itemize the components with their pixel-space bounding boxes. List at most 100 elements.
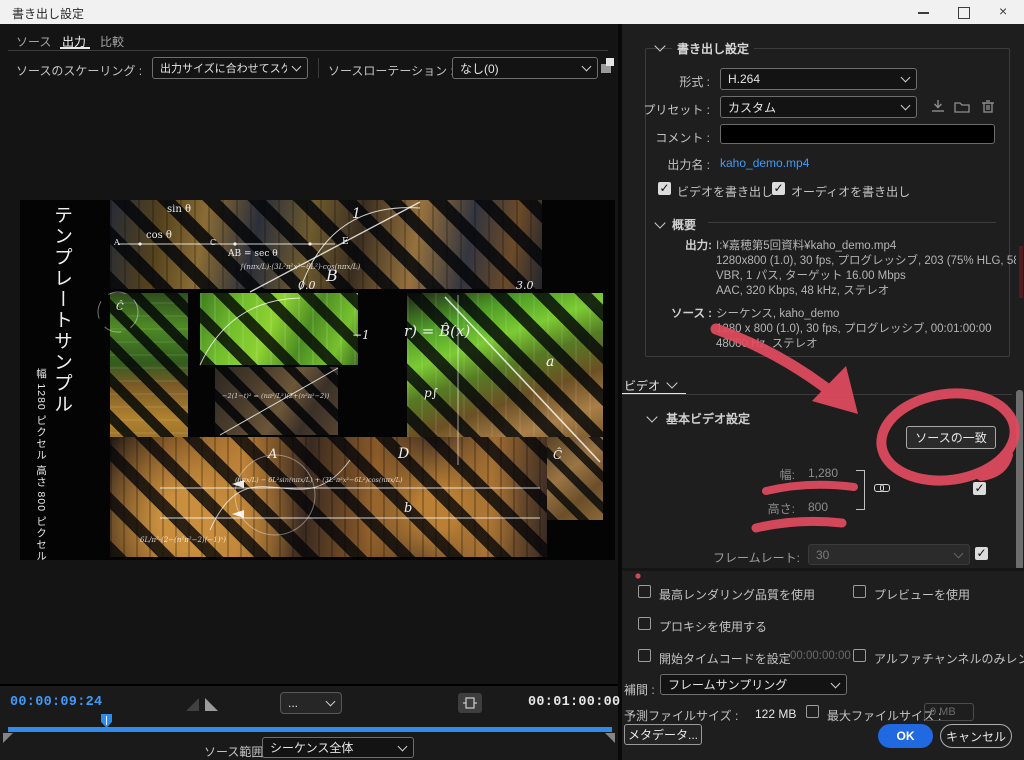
- video-preview: テンプレートサンプル 幅 1280 ピクセル 高さ 800 ピクセル sin θ…: [20, 200, 615, 560]
- metadata-button[interactable]: メタデータ...: [624, 724, 702, 745]
- summary-output-label: 出力:: [620, 237, 712, 253]
- format-dropdown[interactable]: H.264: [720, 68, 917, 90]
- link-bracket: [856, 470, 865, 510]
- import-preset-folder-icon[interactable]: [954, 99, 970, 115]
- current-timecode: 00:00:09:24: [10, 695, 102, 710]
- summary-source-label: ソース :: [620, 305, 712, 321]
- fit-to-frame-button[interactable]: [458, 693, 482, 713]
- export-settings-title: 書き出し設定: [672, 40, 754, 57]
- cancel-button[interactable]: キャンセル: [940, 724, 1012, 748]
- export-video-checkbox[interactable]: [658, 182, 671, 195]
- formula-text: −2(1−t)² = (nπ²/L²)(2+(n²π²−2)): [222, 392, 329, 400]
- formula-text: −1: [352, 328, 370, 342]
- export-audio-label: オーディオを書き出し: [791, 183, 910, 200]
- source-range-label: ソース範囲 :: [204, 743, 270, 760]
- summary-source-line: シーケンス, kaho_demo: [716, 305, 1016, 321]
- basic-video-title: 基本ビデオ設定: [666, 410, 750, 427]
- formula-text: a: [546, 354, 554, 370]
- preview-caption-text: 幅 1280 ピクセル 高さ 800 ピクセル: [34, 368, 49, 560]
- dimensions-checkbox[interactable]: [973, 482, 986, 495]
- interpolation-label: 補間 :: [624, 681, 655, 698]
- formula-text: A: [268, 447, 277, 462]
- close-icon[interactable]: ×: [999, 3, 1007, 19]
- tab-output-underline: [60, 47, 90, 49]
- match-source-button[interactable]: ソースの一致: [906, 426, 996, 449]
- formula-text: r) = B̂(x): [404, 322, 470, 340]
- tab-compare[interactable]: 比較: [100, 33, 124, 50]
- formula-text: sin θ: [167, 204, 191, 215]
- source-range-dropdown[interactable]: シーケンス全体: [262, 737, 414, 758]
- chevron-down-icon: [582, 62, 592, 72]
- output-name-label: 出力名 :: [620, 156, 710, 173]
- formula-text: Ĉ: [553, 448, 562, 462]
- tab-video[interactable]: ビデオ: [624, 377, 660, 394]
- save-preset-icon[interactable]: [930, 99, 946, 115]
- summary-source-line: 1280 x 800 (1.0), 30 fps, プログレッシブ, 00:01…: [716, 320, 1016, 336]
- summary-output-line: VBR, 1 パス, ターゲット 16.00 Mbps: [716, 267, 1016, 283]
- height-value: 800: [808, 500, 828, 514]
- maximize-icon[interactable]: [958, 7, 970, 19]
- ok-button[interactable]: OK: [878, 724, 933, 748]
- framerate-checkbox[interactable]: [975, 547, 988, 560]
- summary-source-line: 48000 Hz, ステレオ: [716, 335, 1016, 351]
- framerate-dropdown[interactable]: 30: [808, 544, 970, 565]
- export-audio-checkbox[interactable]: [772, 182, 785, 195]
- video-tab-divider: [622, 394, 1012, 395]
- max-quality-label: 最高レンダリング品質を使用: [659, 586, 815, 603]
- chevron-down-icon: [831, 678, 841, 688]
- formula-text: C: [210, 238, 216, 247]
- max-size-checkbox[interactable]: [806, 705, 819, 718]
- formula-text: E: [342, 237, 349, 247]
- link-dimensions-icon2: [880, 484, 890, 492]
- delete-preset-trash-icon[interactable]: [980, 98, 996, 114]
- use-previews-checkbox[interactable]: [853, 585, 866, 598]
- start-timecode-checkbox[interactable]: [638, 649, 651, 662]
- options-divider: [622, 568, 1024, 571]
- start-timecode-value: 00:00:00:00: [790, 650, 851, 662]
- interpolation-dropdown[interactable]: フレームサンプリング: [660, 674, 847, 695]
- alpha-only-label: アルファチャンネルのみレンダリ: [874, 650, 1024, 667]
- rotation-proxy-icon-top: [606, 58, 614, 66]
- chevron-down-icon: [901, 73, 911, 83]
- use-proxies-checkbox[interactable]: [638, 617, 651, 630]
- estimated-size-label: 予測ファイルサイズ :: [624, 707, 738, 724]
- use-previews-label: プレビューを使用: [874, 586, 970, 603]
- window-title: 書き出し設定: [12, 5, 84, 22]
- estimated-size-value: 122 MB: [755, 707, 796, 721]
- max-quality-checkbox[interactable]: [638, 585, 651, 598]
- formula-text: B: [326, 266, 338, 285]
- scrollbar-thumb[interactable]: [1016, 390, 1023, 570]
- start-timecode-label: 開始タイムコードを設定: [659, 650, 791, 667]
- timeline-options-dropdown[interactable]: ...: [280, 692, 342, 714]
- preview-title-text: テンプレートサンプル: [48, 205, 75, 415]
- use-proxies-label: プロキシを使用する: [659, 618, 767, 635]
- comment-input[interactable]: [720, 124, 995, 144]
- timeline-range-bar[interactable]: [8, 727, 612, 732]
- title-bar: 書き出し設定 ×: [0, 0, 1024, 24]
- tab-source[interactable]: ソース: [16, 33, 51, 50]
- width-value: 1,280: [808, 466, 838, 480]
- summary-output-line: AAC, 320 Kbps, 48 kHz, ステレオ: [716, 282, 1016, 298]
- tabs-divider: [8, 50, 608, 51]
- formula-text: D: [398, 446, 409, 462]
- framerate-label: フレームレート:: [650, 549, 800, 566]
- chevron-down-icon: [326, 697, 336, 707]
- format-label: 形式 :: [620, 73, 710, 90]
- chevron-down-icon: [901, 101, 911, 111]
- alpha-only-checkbox[interactable]: [853, 649, 866, 662]
- formula-text: cos θ: [146, 230, 172, 241]
- source-scaling-dropdown[interactable]: 出力サイズに合わせてスケ...: [152, 57, 308, 79]
- source-rotation-dropdown[interactable]: なし(0): [452, 57, 598, 79]
- formula-text: 1: [352, 206, 361, 222]
- chevron-down-icon: [954, 548, 964, 558]
- preset-dropdown[interactable]: カスタム: [720, 96, 917, 118]
- formula-text: p∫: [424, 386, 438, 400]
- max-size-input[interactable]: 0 MB: [924, 703, 974, 721]
- width-label: 幅:: [700, 466, 795, 483]
- export-video-label: ビデオを書き出し: [677, 183, 773, 200]
- formula-text: AB = sec θ: [228, 249, 278, 259]
- output-name-link[interactable]: kaho_demo.mp4: [720, 156, 809, 170]
- minimize-icon[interactable]: [918, 12, 929, 14]
- summary-title: 概要: [672, 216, 696, 233]
- toolbar-divider: [318, 58, 319, 78]
